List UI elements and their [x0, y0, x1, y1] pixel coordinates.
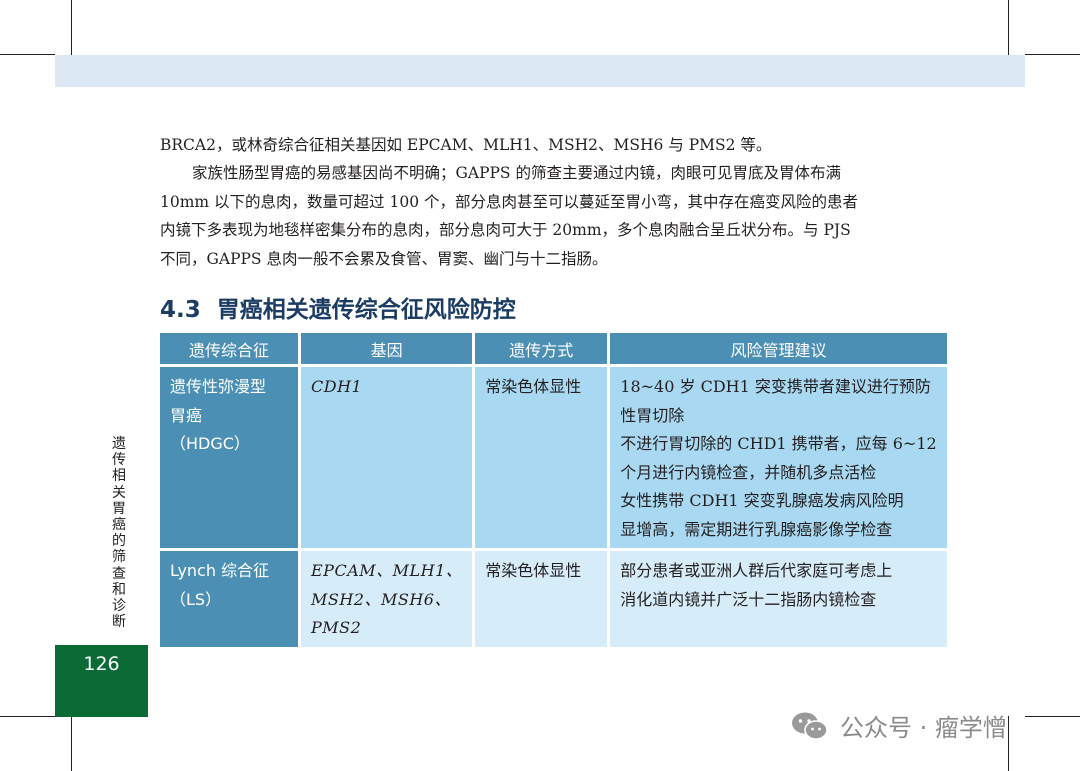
- advice-line: 性胃切除: [620, 405, 685, 425]
- advice-line: 显增高，需定期进行乳腺癌影像学检查: [620, 519, 893, 539]
- gene-line: MSH2、MSH6、: [311, 589, 451, 609]
- side-char: 的: [112, 533, 126, 550]
- text-line: BRCA2，或林奇综合征相关基因如 EPCAM、MLH1、MSH2、MSH6 与…: [160, 136, 772, 154]
- gene-line: CDH1: [311, 377, 363, 396]
- crop-mark: [1008, 716, 1009, 771]
- syndrome-line: （LS）: [170, 589, 222, 609]
- section-number: 4.3: [160, 297, 201, 323]
- advice-line: 部分患者或亚洲人群后代家庭可考虑上: [620, 561, 893, 580]
- side-char: 诊: [112, 598, 126, 615]
- crop-mark: [1025, 54, 1080, 55]
- side-char: 关: [112, 484, 126, 501]
- gene-cell: EPCAM、MLH1、 MSH2、MSH6、 PMS2: [301, 551, 473, 647]
- text-line: 10mm 以下的息肉，数量可超过 100 个，部分息肉甚至可以蔓延至胃小弯，其中…: [160, 192, 858, 211]
- advice-cell: 部分患者或亚洲人群后代家庭可考虑上 消化道内镜并广泛十二指肠内镜检查: [610, 551, 947, 647]
- text-line: 内镜下多表现为地毯样密集分布的息肉，部分息肉可大于 20mm，多个息肉融合呈丘状…: [160, 221, 851, 239]
- side-char: 癌: [112, 517, 126, 534]
- advice-line: 消化道内镜并广泛十二指肠内镜检查: [620, 589, 877, 609]
- advice-line: 个月进行内镜检查，并随机多点活检: [620, 462, 877, 482]
- table-row: Lynch 综合征 （LS） EPCAM、MLH1、 MSH2、MSH6、 PM…: [160, 551, 947, 647]
- side-chapter-label: 遗 传 相 关 胃 癌 的 筛 查 和 诊 断: [109, 436, 129, 630]
- column-header: 遗传综合征: [160, 333, 298, 364]
- table-row: 遗传性弥漫型 胃癌 （HDGC） CDH1 常染色体显性 18~40 岁 CDH…: [160, 367, 947, 548]
- crop-mark: [1025, 716, 1080, 717]
- column-header: 基因: [301, 333, 473, 364]
- inheritance-cell: 常染色体显性: [475, 551, 608, 647]
- text-line: 不同，GAPPS 息肉一般不会累及食管、胃窦、幽门与十二指肠。: [160, 249, 608, 268]
- risk-table: 遗传综合征 基因 遗传方式 风险管理建议 遗传性弥漫型 胃癌 （HDGC） CD…: [157, 330, 950, 650]
- crop-mark: [71, 0, 72, 55]
- side-char: 查: [112, 565, 126, 582]
- inheritance-cell: 常染色体显性: [475, 367, 608, 548]
- syndrome-cell: 遗传性弥漫型 胃癌 （HDGC）: [160, 367, 298, 548]
- page-number: 126: [83, 653, 120, 675]
- side-char: 遗: [112, 436, 126, 452]
- section-title: 4.3 胃癌相关遗传综合征风险防控: [160, 290, 516, 324]
- watermark: 公众号 · 瘤学憎: [790, 708, 1007, 743]
- syndrome-cell: Lynch 综合征 （LS）: [160, 551, 298, 647]
- advice-line: 女性携带 CDH1 突变乳腺癌发病风险明: [620, 491, 904, 510]
- header-band: [55, 55, 1025, 87]
- advice-line: 18~40 岁 CDH1 突变携带者建议进行预防: [620, 377, 931, 396]
- advice-cell: 18~40 岁 CDH1 突变携带者建议进行预防 性胃切除 不进行胃切除的 CH…: [610, 367, 947, 548]
- section-heading: 胃癌相关遗传综合征风险防控: [216, 297, 516, 323]
- page-number-box: 126: [55, 645, 148, 717]
- syndrome-line: 胃癌: [170, 405, 203, 425]
- syndrome-line: （HDGC）: [170, 434, 250, 453]
- gene-line: PMS2: [311, 618, 362, 637]
- syndrome-line: Lynch 综合征: [170, 561, 270, 580]
- crop-mark: [0, 716, 55, 717]
- crop-mark: [1008, 0, 1009, 55]
- column-header: 遗传方式: [475, 333, 608, 364]
- side-char: 胃: [112, 500, 126, 517]
- advice-line: 不进行胃切除的 CHD1 携带者，应每 6~12: [620, 434, 937, 453]
- watermark-text: 公众号 · 瘤学憎: [840, 714, 1007, 742]
- side-char: 传: [112, 452, 126, 469]
- body-paragraph: 家族性肠型胃癌的易感基因尚不明确；GAPPS 的筛查主要通过内镜，肉眼可见胃底及…: [160, 159, 932, 273]
- syndrome-line: 遗传性弥漫型: [170, 377, 267, 396]
- crop-mark: [71, 716, 72, 771]
- gene-cell: CDH1: [301, 367, 473, 548]
- body-line-continued: BRCA2，或林奇综合征相关基因如 EPCAM、MLH1、MSH2、MSH6 与…: [160, 131, 932, 160]
- side-char: 断: [112, 614, 126, 631]
- table-header-row: 遗传综合征 基因 遗传方式 风险管理建议: [160, 333, 947, 364]
- column-header: 风险管理建议: [610, 333, 947, 364]
- side-char: 筛: [112, 549, 126, 566]
- side-char: 相: [112, 468, 126, 485]
- crop-mark: [0, 54, 55, 55]
- gene-line: EPCAM、MLH1、: [311, 561, 463, 580]
- wechat-icon: [792, 712, 828, 740]
- side-char: 和: [112, 581, 126, 598]
- text-line: 家族性肠型胃癌的易感基因尚不明确；GAPPS 的筛查主要通过内镜，肉眼可见胃底及…: [192, 164, 841, 182]
